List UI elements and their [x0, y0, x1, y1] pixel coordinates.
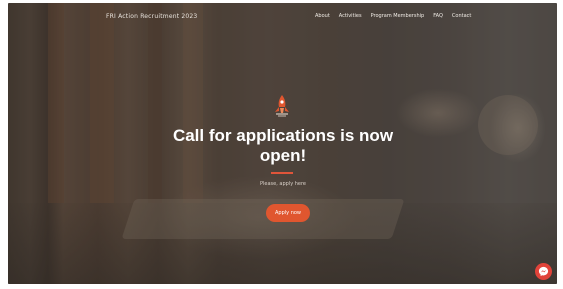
hero-subtext: Please, apply here — [259, 181, 307, 187]
hero-divider — [271, 172, 293, 174]
main-nav: About Activities Program Membership FAQ … — [315, 13, 471, 19]
page-viewport: FRI Action Recruitment 2023 About Activi… — [8, 3, 557, 284]
messenger-chat-button[interactable] — [535, 263, 552, 280]
site-title[interactable]: FRI Action Recruitment 2023 — [106, 13, 197, 20]
nav-item-activities[interactable]: Activities — [339, 13, 362, 19]
nav-item-about[interactable]: About — [315, 13, 330, 19]
apply-now-button[interactable]: Apply now — [266, 204, 310, 222]
nav-item-contact[interactable]: Contact — [452, 13, 471, 19]
nav-item-faq[interactable]: FAQ — [433, 13, 443, 19]
messenger-icon — [538, 266, 549, 277]
hero-headline: Call for applications is now open! — [172, 126, 394, 165]
nav-item-program-membership[interactable]: Program Membership — [371, 13, 425, 19]
rocket-flame-logo-icon — [275, 95, 289, 117]
